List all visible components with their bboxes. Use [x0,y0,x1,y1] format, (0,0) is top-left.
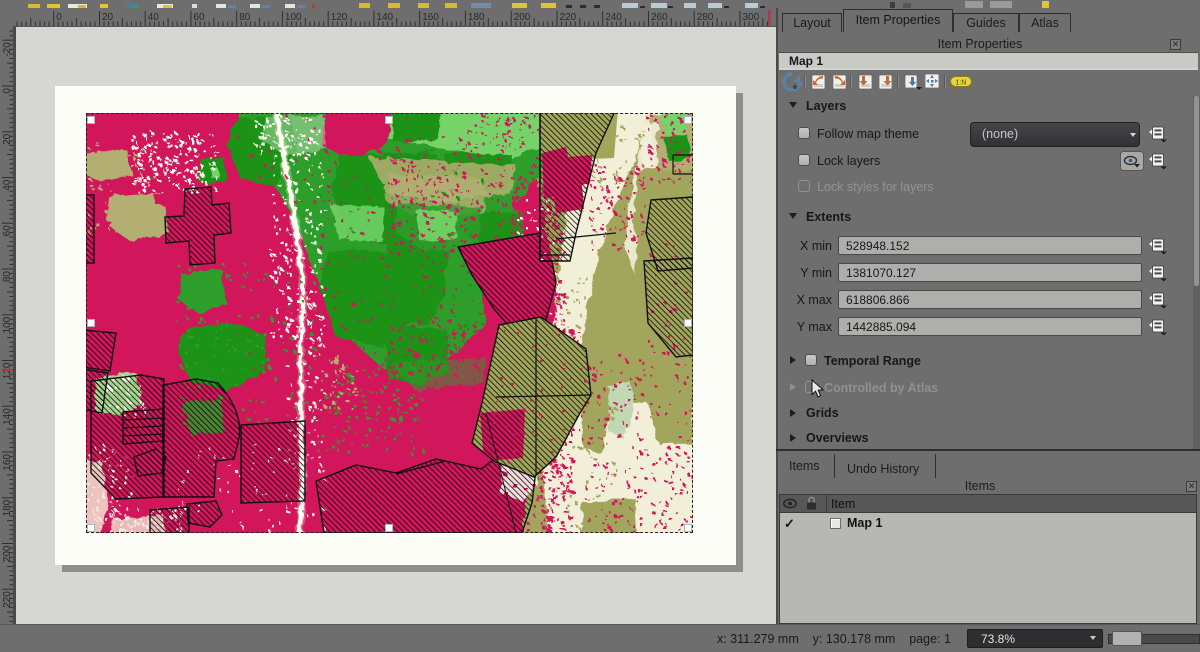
svg-text:20: 20 [2,133,13,145]
svg-text:200: 200 [514,12,531,23]
svg-text:0: 0 [56,12,62,23]
svg-text:40: 40 [2,179,13,191]
svg-text:1:N: 1:N [956,80,967,87]
svg-text:160: 160 [422,12,439,23]
svg-text:300: 300 [743,12,760,23]
svg-text:140: 140 [376,12,393,23]
svg-text:180: 180 [2,499,13,516]
svg-text:60: 60 [193,12,205,23]
svg-text:80: 80 [2,271,13,283]
svg-text:220: 220 [560,12,577,23]
svg-text:60: 60 [2,225,13,237]
svg-text:180: 180 [468,12,485,23]
svg-text:240: 240 [605,12,622,23]
svg-text:200: 200 [2,545,13,562]
svg-text:220: 220 [2,591,13,608]
svg-text:0: 0 [2,88,13,94]
svg-text:260: 260 [651,12,668,23]
svg-text:100: 100 [2,316,13,333]
svg-text:40: 40 [148,12,160,23]
svg-text:140: 140 [2,408,13,425]
svg-text:160: 160 [2,454,13,471]
svg-text:100: 100 [285,12,302,23]
svg-text:20: 20 [102,12,114,23]
svg-text:-20: -20 [2,42,13,57]
svg-text:280: 280 [697,12,714,23]
svg-text:80: 80 [239,12,251,23]
svg-text:120: 120 [331,12,348,23]
